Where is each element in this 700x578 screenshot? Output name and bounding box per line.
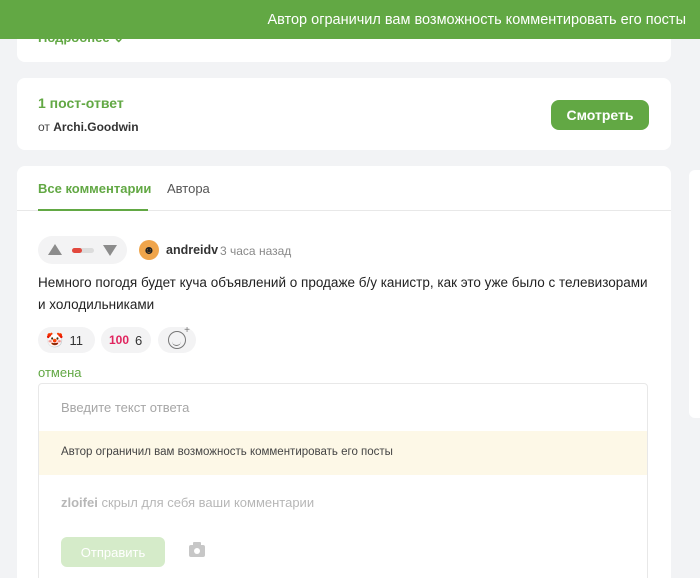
avatar[interactable]: ☻	[139, 240, 159, 260]
reply-form: Автор ограничил вам возможность комменти…	[38, 383, 648, 578]
answer-from: от Archi.Goodwin	[38, 120, 139, 134]
rating-bar	[72, 248, 94, 253]
smiley-face-icon: ☻	[142, 243, 156, 257]
send-button[interactable]: Отправить	[61, 537, 165, 567]
clown-face-icon: 🤡	[46, 331, 64, 348]
reaction-hundred[interactable]: 100 6	[101, 327, 151, 353]
rating-fill	[72, 248, 82, 253]
hidden-comments-message: zloifei скрыл для себя ваши комментарии	[61, 495, 314, 510]
tab-all-comments[interactable]: Все комментарии	[38, 181, 151, 196]
hidden-user: zloifei	[61, 495, 98, 510]
restriction-notice: Автор ограничил вам возможность комменти…	[39, 431, 647, 475]
hidden-text: скрыл для себя ваши комментарии	[101, 495, 315, 510]
cancel-link[interactable]: отмена	[38, 365, 81, 380]
tab-author[interactable]: Автора	[167, 181, 210, 196]
answer-posts-title: 1 пост-ответ	[38, 95, 124, 111]
reaction-clown[interactable]: 🤡 11	[38, 327, 95, 353]
sidebar-panel-edge	[689, 170, 700, 418]
comment-time[interactable]: 3 часа назад	[220, 244, 291, 258]
restriction-toast: Автор ограничил вам возможность комменти…	[0, 0, 700, 39]
upvote-icon[interactable]	[48, 244, 62, 255]
toast-message: Автор ограничил вам возможность комменти…	[267, 11, 686, 28]
answer-from-prefix: от	[38, 120, 50, 134]
comment-tabs: Все комментарии Автора	[17, 166, 671, 211]
add-emoji-icon	[168, 325, 190, 349]
reaction-count: 11	[69, 332, 83, 348]
comment-text: Немного погодя будет куча объявлений о п…	[38, 275, 648, 312]
hundred-points-icon: 100	[109, 333, 130, 347]
answer-posts-card: 1 пост-ответ от Archi.Goodwin Смотреть	[17, 78, 671, 150]
downvote-icon[interactable]	[103, 245, 117, 256]
view-button[interactable]: Смотреть	[551, 100, 649, 130]
vote-control	[38, 236, 127, 264]
reply-input[interactable]	[39, 384, 647, 431]
add-reaction-button[interactable]	[158, 325, 196, 353]
answer-from-user[interactable]: Archi.Goodwin	[53, 120, 138, 134]
comment-author[interactable]: andreidv	[166, 243, 218, 257]
camera-icon[interactable]	[189, 542, 205, 557]
reaction-count: 6	[135, 332, 143, 348]
comments-card: Все комментарии Автора ☻ andreidv 3 часа…	[17, 166, 671, 578]
active-tab-indicator	[38, 209, 148, 211]
